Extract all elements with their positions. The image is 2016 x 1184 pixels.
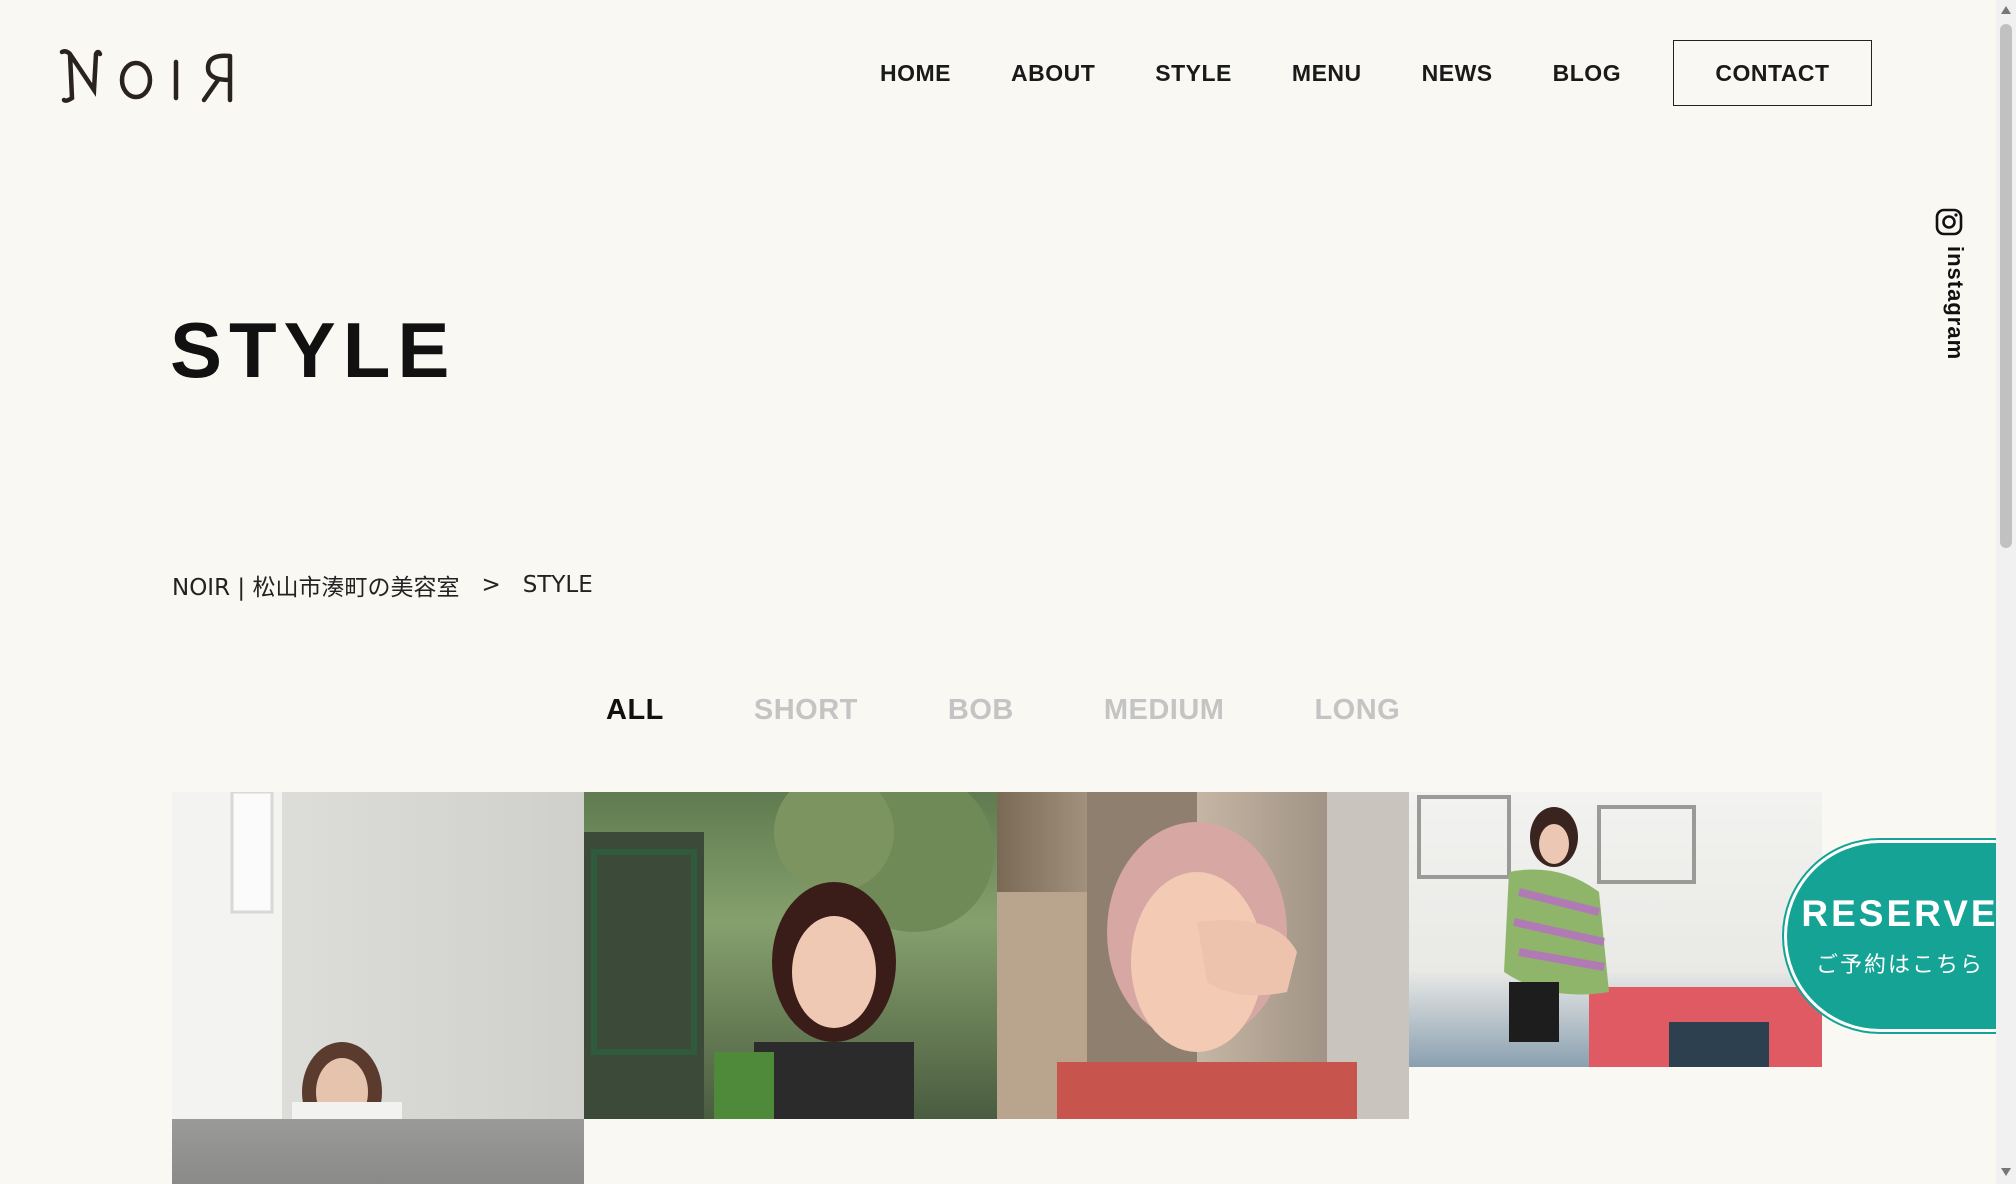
breadcrumb: NOIR | 松山市湊町の美容室 > STYLE (172, 568, 593, 602)
style-filter-tabs: ALL SHORT BOB MEDIUM LONG (606, 694, 1400, 727)
page-scrollbar[interactable] (1996, 0, 2016, 1184)
main-nav: HOME ABOUT STYLE MENU NEWS BLOG (880, 58, 1621, 88)
reserve-button[interactable]: RESERVE ご予約はこちら (1782, 838, 2016, 1034)
nav-home[interactable]: HOME (880, 60, 951, 87)
nav-style[interactable]: STYLE (1155, 60, 1232, 87)
page-title: STYLE (170, 306, 457, 394)
filter-bob[interactable]: BOB (948, 694, 1014, 727)
contact-button[interactable]: CONTACT (1673, 40, 1872, 106)
breadcrumb-current: STYLE (522, 572, 593, 598)
instagram-label: instagram (1943, 246, 1968, 361)
filter-medium[interactable]: MEDIUM (1104, 694, 1225, 727)
reserve-label: RESERVE (1801, 893, 1999, 934)
nav-news[interactable]: NEWS (1422, 60, 1493, 87)
filter-long[interactable]: LONG (1314, 694, 1400, 727)
breadcrumb-separator: > (481, 572, 501, 598)
filter-short[interactable]: SHORT (754, 694, 858, 727)
style-photo[interactable] (1409, 792, 1822, 1067)
scroll-down-arrow-icon[interactable] (2001, 1168, 2011, 1176)
reserve-sublabel: ご予約はこちら (1815, 953, 1984, 978)
instagram-icon (1935, 208, 1963, 236)
style-photo[interactable] (584, 792, 997, 1119)
style-photo[interactable] (172, 792, 584, 1119)
style-gallery (172, 792, 1822, 1184)
nav-menu[interactable]: MENU (1292, 60, 1362, 87)
style-photo[interactable] (172, 1119, 584, 1184)
nav-blog[interactable]: BLOG (1553, 60, 1621, 87)
nav-about[interactable]: ABOUT (1011, 60, 1095, 87)
instagram-link[interactable]: instagram (1932, 208, 1968, 368)
filter-all[interactable]: ALL (606, 694, 664, 727)
breadcrumb-home[interactable]: NOIR | 松山市湊町の美容室 (172, 568, 459, 602)
scroll-up-arrow-icon[interactable] (2001, 6, 2011, 14)
style-photo[interactable] (997, 792, 1409, 1119)
noir-logo[interactable] (58, 46, 244, 106)
scrollbar-thumb[interactable] (2000, 24, 2012, 548)
